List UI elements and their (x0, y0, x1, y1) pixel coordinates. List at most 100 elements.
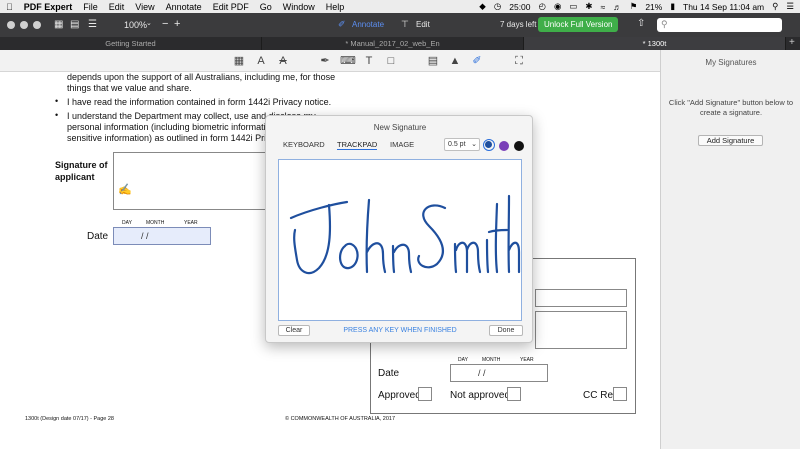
underline-text-icon[interactable]: A (254, 54, 268, 68)
tab-manual[interactable]: * Manual_2017_02_web_En (262, 37, 524, 50)
sign-here-icon: ✍ (118, 184, 132, 196)
new-signature-dialog: New Signature KEYBOARD TRACKPAD IMAGE 0.… (265, 115, 533, 343)
month-label: MONTH (482, 357, 501, 363)
color-blue-swatch[interactable] (483, 139, 495, 151)
office-field[interactable] (535, 289, 627, 307)
day-label: DAY (458, 357, 468, 363)
office-date-field[interactable]: / / (450, 364, 548, 382)
tab-image[interactable]: IMAGE (390, 140, 414, 149)
signature-field[interactable]: ✍ (113, 152, 273, 210)
annotate-mode-button[interactable]: Annotate (352, 20, 384, 29)
bullet-icon: • (55, 110, 59, 120)
search-input[interactable]: ⚲ (657, 18, 782, 32)
tab-keyboard[interactable]: KEYBOARD (283, 140, 325, 149)
share-icon[interactable]: ⇧ (637, 18, 645, 29)
tab-1300t[interactable]: * 1300t (524, 37, 786, 50)
date-label: Date (87, 231, 109, 242)
notifications-icon[interactable]: ☰ (786, 1, 794, 12)
cc-ref-label: CC Ref (583, 390, 616, 401)
text-tool-icon[interactable]: T (362, 54, 376, 68)
office-field-large[interactable] (535, 311, 627, 349)
datetime[interactable]: Thu 14 Sep 11:04 am (683, 2, 764, 12)
spotlight-icon[interactable]: ⚲ (772, 1, 778, 12)
wifi-icon[interactable]: ≈ (601, 2, 606, 12)
menu-help[interactable]: Help (326, 2, 345, 12)
signature-tool-icon[interactable]: ✐ (470, 54, 484, 68)
add-signature-button[interactable]: Add Signature (698, 135, 763, 146)
doc-bullet-cont: personal information (including biometri… (67, 122, 276, 132)
minimize-window-button[interactable] (20, 21, 28, 29)
sidebar-title: My Signatures (705, 58, 757, 67)
dropbox-icon[interactable]: ◆ (479, 1, 486, 12)
menu-edit[interactable]: Edit (109, 2, 125, 12)
chevron-down-icon[interactable]: ⌄ (146, 19, 152, 27)
page-footer-center: © COMMONWEALTH OF AUSTRALIA, 2017 (285, 416, 395, 422)
battery-time[interactable]: 25:00 (509, 2, 530, 12)
day-label: DAY (122, 220, 132, 226)
annotation-toolbar: ▦ A A ✒ ⌨ T □ ▤ ▲ ✐ ⛶ (0, 50, 660, 72)
shape-tool-icon[interactable]: □ (384, 54, 398, 68)
globe-icon[interactable]: ◉ (554, 1, 561, 12)
tab-getting-started[interactable]: Getting Started (0, 37, 262, 50)
approved-checkbox[interactable] (418, 387, 432, 401)
display-icon[interactable]: ▭ (569, 1, 577, 12)
new-tab-button[interactable]: + (789, 37, 795, 49)
menu-window[interactable]: Window (283, 2, 315, 12)
year-label: YEAR (520, 357, 534, 363)
strikethrough-text-icon[interactable]: A (276, 54, 290, 68)
doc-text-line: depends upon the support of all Australi… (67, 72, 336, 82)
menu-annotate[interactable]: Annotate (166, 2, 202, 12)
edit-mode-icon[interactable]: ⊤ (401, 19, 409, 30)
approved-label: Approved (378, 390, 421, 401)
bluetooth-icon[interactable]: ✱ (585, 1, 592, 12)
volume-icon[interactable]: ♬ (613, 2, 622, 12)
month-label: MONTH (146, 220, 165, 226)
year-label: YEAR (184, 220, 198, 226)
annotate-mode-icon[interactable]: ✐ (338, 19, 346, 30)
unlock-full-version-button[interactable]: Unlock Full Version (538, 17, 619, 32)
search-icon: ⚲ (661, 19, 668, 29)
sidebar-toggle-icon[interactable]: ▤ (70, 19, 79, 30)
doc-bullet: I have read the information contained in… (67, 97, 332, 107)
tab-trackpad[interactable]: TRACKPAD (337, 140, 378, 150)
menu-go[interactable]: Go (260, 2, 272, 12)
note-icon[interactable]: ▤ (426, 54, 440, 68)
done-button[interactable]: Done (489, 325, 523, 336)
eraser-icon[interactable]: ⌨ (340, 54, 356, 68)
flag-icon[interactable]: ⚑ (630, 1, 638, 12)
stroke-width-select[interactable]: 0.5 pt ⌄ (444, 138, 480, 151)
cc-ref-checkbox[interactable] (613, 387, 627, 401)
edit-mode-button[interactable]: Edit (416, 20, 430, 29)
pen-icon[interactable]: ✒ (318, 54, 332, 68)
close-window-button[interactable] (7, 21, 15, 29)
signature-drawing-pad[interactable] (278, 159, 522, 321)
grid-view-icon[interactable]: ▦ (54, 19, 63, 30)
zoom-in-button[interactable]: + (174, 18, 180, 30)
battery-icon[interactable]: ▮ (670, 1, 675, 12)
color-black-swatch[interactable] (514, 141, 524, 151)
zoom-window-button[interactable] (33, 21, 41, 29)
battery-percent[interactable]: 21% (645, 2, 662, 12)
not-approved-checkbox[interactable] (507, 387, 521, 401)
select-area-icon[interactable]: ⛶ (512, 54, 526, 68)
menu-view[interactable]: View (135, 2, 154, 12)
menu-file[interactable]: File (83, 2, 98, 12)
page-footer-left: 1300t (Design date 07/17) - Page 28 (25, 416, 114, 422)
stroke-width-value: 0.5 pt (448, 141, 466, 148)
highlight-text-icon[interactable]: ▦ (232, 54, 246, 68)
trial-days-left: 7 days left (500, 20, 537, 29)
chevron-down-icon: ⌄ (471, 141, 477, 148)
apple-icon[interactable]:  (6, 2, 13, 12)
color-purple-swatch[interactable] (499, 141, 509, 151)
doc-bullet-cont: sensitive information) as outlined in fo… (67, 133, 285, 143)
stamp-icon[interactable]: ▲ (448, 54, 462, 68)
date-field[interactable]: / / (113, 227, 211, 245)
outline-icon[interactable]: ☰ (88, 19, 97, 30)
date-separators: / / (478, 368, 486, 378)
menu-edit-pdf[interactable]: Edit PDF (213, 2, 249, 12)
zoom-out-button[interactable]: − (162, 18, 168, 30)
menu-app[interactable]: PDF Expert (24, 2, 73, 12)
timer-icon[interactable]: ◷ (494, 1, 501, 12)
zoom-level[interactable]: 100% (124, 20, 147, 30)
clock-icon[interactable]: ◴ (539, 1, 546, 12)
